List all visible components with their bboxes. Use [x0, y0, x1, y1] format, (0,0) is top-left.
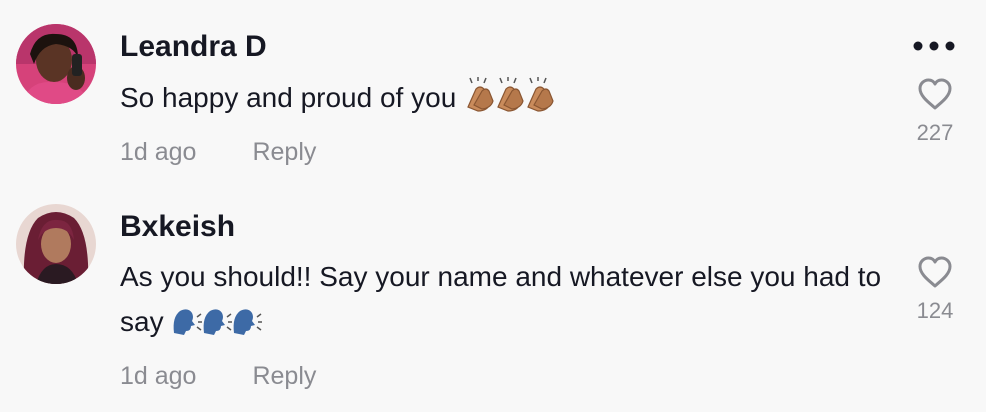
avatar[interactable]: [16, 204, 96, 284]
reply-button[interactable]: Reply: [252, 362, 316, 390]
avatar-image: [16, 204, 96, 284]
timestamp: 1d ago: [120, 138, 197, 166]
reply-button[interactable]: Reply: [252, 138, 316, 166]
username[interactable]: Leandra D: [120, 30, 267, 64]
comment-text: So happy and proud of you: [120, 75, 890, 126]
comment-text: As you should!! Say your name and whatev…: [120, 254, 890, 350]
more-options-icon[interactable]: [912, 38, 956, 54]
speaking-head-emoji-icon: [170, 305, 266, 350]
like-count: 124: [916, 298, 954, 323]
timestamp: 1d ago: [120, 362, 197, 390]
comment-meta: 1d ago Reply: [120, 138, 316, 167]
comment-meta: 1d ago Reply: [120, 362, 316, 391]
comment-body: So happy and proud of you: [120, 82, 457, 113]
username[interactable]: Bxkeish: [120, 210, 235, 244]
like-button[interactable]: 124: [908, 256, 962, 324]
like-count: 227: [916, 120, 954, 145]
avatar-image: [16, 24, 96, 104]
heart-icon[interactable]: [917, 78, 953, 110]
avatar[interactable]: [16, 24, 96, 104]
heart-icon[interactable]: [917, 256, 953, 288]
like-button[interactable]: 227: [908, 78, 962, 146]
clapping-hands-emoji-icon: [462, 77, 558, 126]
